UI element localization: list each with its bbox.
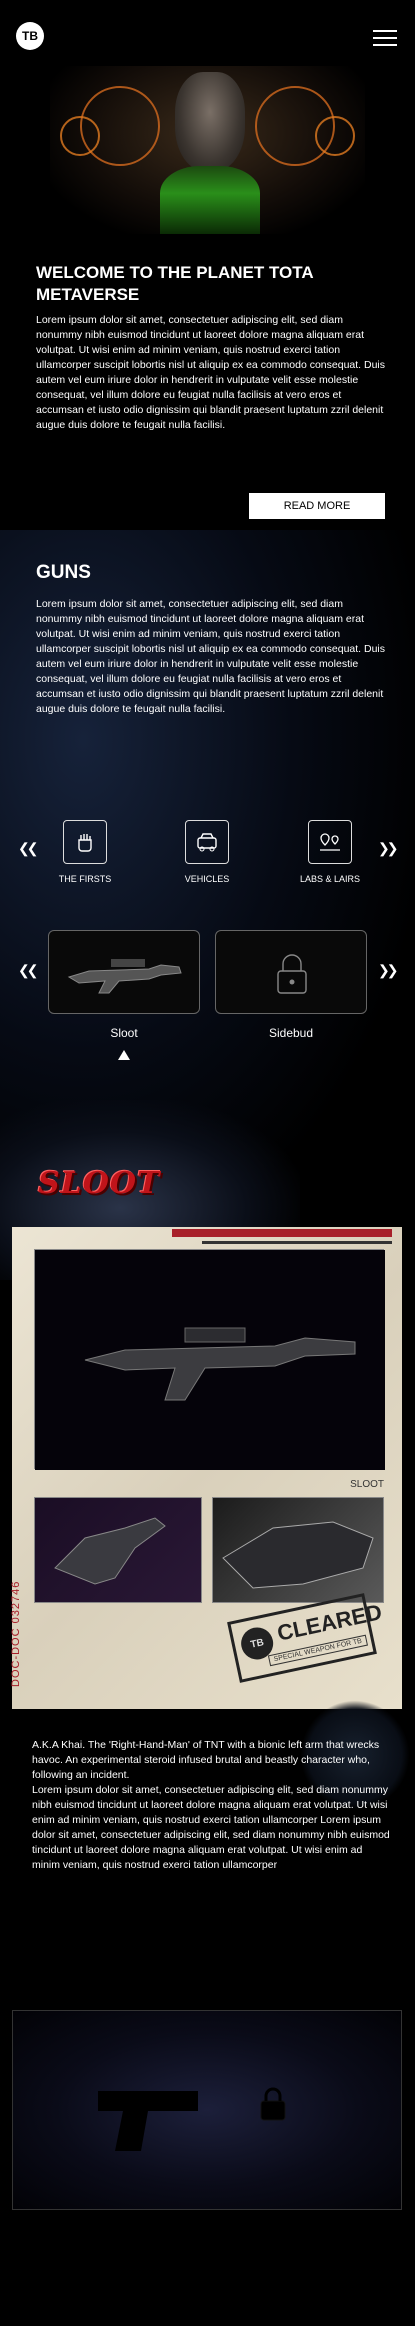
locked-weapon-panel — [12, 2010, 402, 2210]
weapon-prev-icon[interactable]: ❮❮ — [18, 962, 39, 979]
category-vehicles[interactable]: VEHICLES — [167, 820, 247, 884]
weapon-photo-side — [34, 1497, 202, 1603]
vehicle-icon — [185, 820, 229, 864]
sloot-description: A.K.A Khai. The 'Right-Hand-Man' of TNT … — [32, 1739, 390, 1871]
guns-title: GUNS — [36, 562, 91, 583]
category-label: THE FIRSTS — [58, 874, 112, 884]
category-label: VEHICLES — [184, 874, 230, 884]
weapon-label-sidebud: Sidebud — [268, 1026, 314, 1040]
carousel-prev-icon[interactable]: ❮❮ — [18, 840, 39, 857]
sloot-logo: SLOOT — [38, 1166, 161, 1201]
weapon-card-sidebud[interactable] — [215, 930, 367, 1014]
logo-text: TB — [22, 29, 38, 43]
weapon-photo-detail — [212, 1497, 384, 1603]
photo-label: SLOOT — [350, 1479, 384, 1490]
weapon-label-sloot: Sloot — [110, 1026, 138, 1040]
page-title: WELCOME TO THE PLANET TOTA METAVERSE — [36, 263, 314, 304]
cleared-stamp: TB CLEARED SPECIAL WEAPON FOR TB — [227, 1593, 384, 1683]
fist-icon — [63, 820, 107, 864]
intro-paragraph: Lorem ipsum dolor sit amet, consectetuer… — [36, 314, 386, 431]
pistol-icon — [98, 2091, 198, 2151]
dossier-card: SLOOT TB CLEARED SPECIAL WEAPON FOR TB D… — [10, 1227, 402, 1709]
lock-icon — [260, 2087, 286, 2121]
map-pin-icon — [308, 820, 352, 864]
weapon-main-photo — [34, 1249, 385, 1470]
character-neck — [160, 166, 260, 234]
stamp-text: CLEARED — [274, 1599, 385, 1646]
doc-code: DOC-DOC 032746 — [10, 1580, 22, 1687]
category-label: LABS & LAIRS — [299, 874, 361, 884]
hero-image — [50, 66, 365, 234]
character-face — [175, 72, 245, 172]
carousel-next-icon[interactable]: ❯❯ — [378, 840, 399, 857]
weapon-card-sloot[interactable] — [48, 930, 200, 1014]
category-labs-lairs[interactable]: LABS & LAIRS — [290, 820, 370, 884]
weapon-next-icon[interactable]: ❯❯ — [378, 962, 399, 979]
brand-logo[interactable]: TB — [16, 22, 44, 50]
read-more-button[interactable]: READ MORE — [249, 493, 385, 519]
rifle-icon — [67, 959, 182, 994]
selected-indicator — [118, 1050, 130, 1060]
lock-icon — [277, 954, 307, 994]
category-the-firsts[interactable]: THE FIRSTS — [45, 820, 125, 884]
guns-paragraph: Lorem ipsum dolor sit amet, consectetuer… — [36, 598, 386, 715]
hamburger-icon[interactable] — [373, 30, 397, 46]
page: TB WELCOME TO THE PLANET TOTA METAVERSE … — [0, 0, 415, 2326]
category-carousel: ❮❮ THE FIRSTS VEHICLES LABS & LAIRS ❯❯ — [0, 820, 415, 900]
